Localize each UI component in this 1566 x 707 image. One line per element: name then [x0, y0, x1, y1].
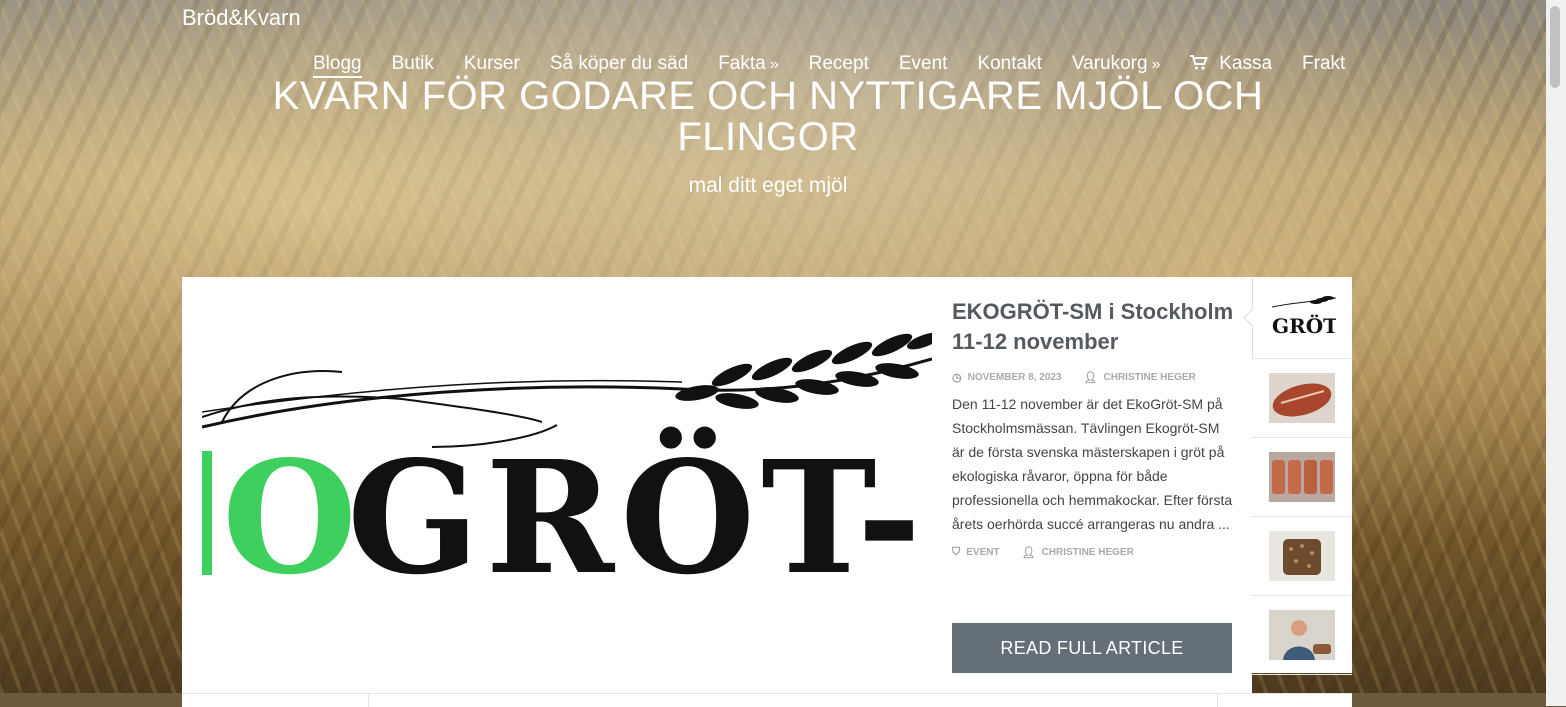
- article-meta: ◷ NOVEMBER 8, 2023 👤︎ CHRISTINE HEGER: [952, 371, 1234, 384]
- post-grid-top: [182, 693, 1352, 707]
- read-full-article-button[interactable]: READ FULL ARTICLE: [952, 623, 1232, 673]
- nav-item-recept[interactable]: Recept: [809, 53, 869, 75]
- clock-icon: ◷: [952, 372, 962, 384]
- thumbnail-logo-text: GRÖT: [1272, 313, 1336, 338]
- thumbnail-bread-loaf[interactable]: [1252, 358, 1352, 438]
- seeded-bread-thumbnail: [1269, 530, 1335, 581]
- thumbnail-seeded-bread[interactable]: [1252, 516, 1352, 596]
- person-thumbnail: [1269, 609, 1335, 660]
- article-author[interactable]: CHRISTINE HEGER: [1104, 372, 1196, 383]
- nav-item-butik[interactable]: Butik: [392, 53, 434, 75]
- user-icon: 👤︎: [1083, 372, 1098, 384]
- thumbnail-ekogrot[interactable]: GRÖT: [1252, 277, 1353, 359]
- nav-item-varukorg[interactable]: Varukorg»: [1072, 53, 1161, 75]
- nav-item-frakt[interactable]: Frakt: [1302, 53, 1345, 75]
- nav-item-fakta-label: Fakta: [718, 53, 766, 74]
- shopping-cart-icon: [1190, 54, 1213, 73]
- bread-tins-thumbnail: [1269, 451, 1335, 502]
- ekogrot-logo-thumbnail: GRÖT: [1271, 295, 1336, 338]
- featured-image-green-letter: O: [222, 426, 357, 609]
- hero-title: KVARN FÖR GODARE OCH NYTTIGARE MJÖL OCH …: [272, 74, 1264, 159]
- featured-post-card: O GRÖT-S EKOGRÖT-SM i Stockholm 11-12 no…: [182, 277, 1252, 693]
- nav-item-kassa[interactable]: Kassa: [1190, 53, 1272, 75]
- nav-item-varukorg-label: Varukorg: [1071, 53, 1148, 74]
- article-excerpt: Den 11-12 november är det EkoGröt-SM på …: [952, 396, 1233, 532]
- nav-item-event[interactable]: Event: [899, 53, 948, 75]
- thumbnail-bread-tins[interactable]: [1252, 437, 1352, 517]
- nav-item-blogg[interactable]: Blogg: [313, 53, 362, 78]
- article-summary: EKOGRÖT-SM i Stockholm 11-12 november ◷ …: [952, 297, 1234, 559]
- post-thumbnails: GRÖT: [1252, 277, 1353, 675]
- nav-item-sa-koper-du-sad[interactable]: Så köper du säd: [550, 53, 688, 75]
- scrollbar-thumb[interactable]: [1550, 6, 1560, 88]
- article-author-2[interactable]: CHRISTINE HEGER: [1042, 547, 1134, 558]
- double-chevron-right-icon: »: [1151, 56, 1161, 73]
- double-chevron-right-icon: »: [769, 56, 779, 73]
- article-date[interactable]: NOVEMBER 8, 2023: [968, 372, 1062, 383]
- user-icon: 👤︎: [1021, 547, 1036, 559]
- page-scrollbar[interactable]: [1546, 0, 1566, 706]
- article-tags: ⛉ EVENT 👤︎ CHRISTINE HEGER: [952, 546, 1234, 559]
- nav-item-kassa-label: Kassa: [1219, 53, 1273, 74]
- bread-loaf-thumbnail: [1269, 372, 1335, 423]
- site-brand[interactable]: Bröd&Kvarn: [182, 5, 301, 31]
- featured-image[interactable]: O GRÖT-S: [202, 297, 932, 672]
- nav-item-kontakt[interactable]: Kontakt: [977, 53, 1041, 75]
- article-title[interactable]: EKOGRÖT-SM i Stockholm 11-12 november: [952, 297, 1234, 357]
- tags-icon: ⛉: [952, 546, 961, 558]
- article-category[interactable]: EVENT: [966, 547, 999, 558]
- thumbnail-person[interactable]: [1252, 595, 1352, 675]
- featured-image-text: GRÖT-S: [347, 425, 932, 609]
- nav-item-kurser[interactable]: Kurser: [464, 53, 520, 75]
- hero-subtitle: mal ditt eget mjöl: [688, 174, 848, 197]
- nav-item-fakta[interactable]: Fakta»: [718, 53, 778, 75]
- main-nav: Blogg Butik Kurser Så köper du säd Fakta…: [313, 53, 1375, 78]
